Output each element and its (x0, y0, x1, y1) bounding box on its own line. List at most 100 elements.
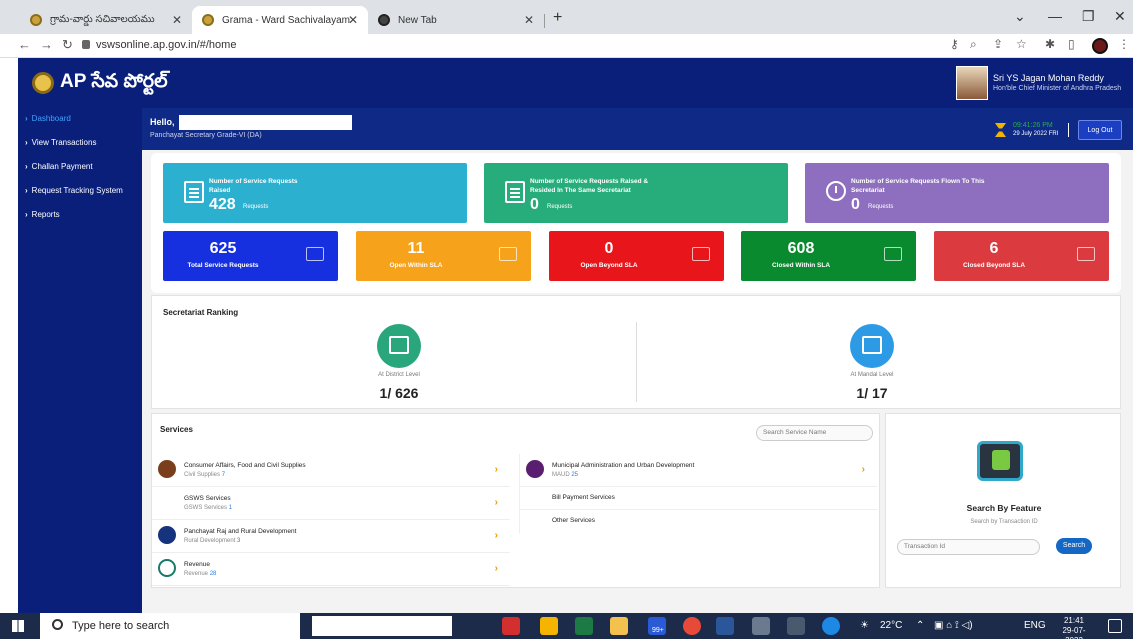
stat-value: 625 (209, 240, 237, 257)
file-explorer-icon[interactable] (610, 617, 628, 635)
windows-start-icon[interactable] (12, 620, 24, 632)
reload-icon[interactable]: ↻ (62, 37, 73, 53)
weather-icon[interactable]: ☀ (860, 620, 869, 631)
chevron-right-icon[interactable]: › (495, 464, 498, 475)
zoom-icon[interactable]: ⌕ (970, 37, 977, 52)
forward-arrow-icon[interactable]: → (40, 37, 53, 52)
tab-separator (544, 14, 545, 28)
windows-taskbar: Type here to search 99+ ☀ 22°C ⌃ ▣ ⌂ ⟟ ◁… (0, 613, 1133, 639)
close-tab-icon[interactable]: ✕ (348, 13, 358, 27)
bookmark-star-icon[interactable]: ☆ (1016, 37, 1027, 51)
extensions-puzzle-icon[interactable]: ✱ (1045, 37, 1055, 51)
service-revenue[interactable]: Revenue Revenue 28 › (152, 553, 510, 586)
stat-total-service-requests[interactable]: 625 Total Service Requests (163, 231, 338, 281)
search-by-feature-panel: Search By Feature Search by Transaction … (885, 413, 1121, 588)
service-panchayat-raj[interactable]: Panchayat Raj and Rural Development Rura… (152, 520, 510, 553)
greeting: Hello, (150, 117, 175, 127)
taskbar-clock[interactable]: 21:41 29-07-2022 (1054, 616, 1094, 639)
tab-label: గ్రామ-వార్డు సచివాలయము (50, 14, 155, 25)
search-service-input[interactable]: Search Service Name (756, 425, 873, 441)
services-left-column: Consumer Affairs, Food and Civil Supplie… (152, 454, 510, 586)
sidebar-item-request-tracking[interactable]: › Request Tracking System (18, 180, 142, 204)
close-tab-icon[interactable]: ✕ (524, 13, 534, 27)
app-icon[interactable] (752, 617, 770, 635)
district-building-icon (377, 324, 421, 368)
stat-value: 0 (604, 240, 614, 257)
chevron-right-icon[interactable]: › (495, 497, 498, 508)
minimize-window-icon[interactable]: — (1048, 8, 1062, 24)
service-sub: Civil Supplies 7 (184, 472, 226, 478)
restore-window-icon[interactable]: ❐ (1082, 8, 1095, 25)
taskbar-address-box[interactable] (312, 616, 452, 636)
taskbar-search-input[interactable]: Type here to search (40, 613, 300, 639)
rural-development-icon (158, 526, 176, 544)
chevron-right-icon[interactable]: › (495, 530, 498, 541)
service-title: GSWS Services (184, 495, 231, 502)
service-maud[interactable]: Municipal Administration and Urban Devel… (520, 454, 877, 487)
side-panel-icon[interactable]: ▯ (1068, 37, 1075, 51)
browser-tab-2[interactable]: Grama - Ward Sachivalayam ✕ (192, 6, 368, 34)
excel-app-icon[interactable] (575, 617, 593, 635)
section-title: Secretariat Ranking (163, 308, 239, 317)
browser-tab-3[interactable]: New Tab ✕ (368, 6, 544, 34)
app-icon[interactable] (787, 617, 805, 635)
language-indicator[interactable]: ENG (1024, 620, 1046, 631)
new-tab-button[interactable]: + (553, 9, 562, 27)
stat-card-unit: Requests (243, 204, 269, 210)
stat-card-label: Number of Service Requests Raised (209, 178, 298, 194)
tray-icons[interactable]: ▣ ⌂ ⟟ ◁) (934, 620, 973, 631)
browser-tab-1[interactable]: గ్రామ-వార్డు సచివాలయము ✕ (20, 6, 192, 34)
chevron-right-icon[interactable]: › (495, 563, 498, 574)
chevron-right-icon[interactable]: › (862, 464, 865, 475)
sidebar-item-label: Dashboard (31, 114, 71, 123)
service-other[interactable]: Other Services (520, 510, 877, 533)
address-bar[interactable]: vswsonline.ap.gov.in/#/home (96, 39, 236, 51)
header-separator (1068, 123, 1069, 137)
stat-card-flown[interactable]: Number of Service Requests Flown To This… (805, 163, 1109, 223)
service-title: Bill Payment Services (552, 494, 615, 501)
key-icon[interactable]: ⚷ (950, 37, 959, 51)
secretariat-ranking-panel: Secretariat Ranking At District Level 1/… (151, 295, 1121, 409)
cm-photo (956, 66, 988, 100)
stat-closed-beyond-sla[interactable]: 6 Closed Beyond SLA (934, 231, 1109, 281)
chevron-right-icon: › (25, 162, 28, 171)
browser-menu-icon[interactable]: ⋮ (1118, 37, 1130, 51)
service-bill-payment[interactable]: Bill Payment Services (520, 487, 877, 510)
stat-label: Closed Beyond SLA (962, 262, 1026, 269)
chevron-right-icon: › (25, 186, 28, 195)
share-icon[interactable]: ⇪ (993, 37, 1003, 51)
chevron-right-icon: › (25, 210, 28, 219)
lock-icon[interactable] (82, 40, 90, 49)
acrobat-app-icon[interactable] (502, 617, 520, 635)
stat-open-beyond-sla[interactable]: 0 Open Beyond SLA (549, 231, 724, 281)
sidebar-item-view-transactions[interactable]: › View Transactions (18, 132, 142, 156)
sidebar-item-reports[interactable]: › Reports (18, 204, 142, 228)
sidebar-item-dashboard[interactable]: › Dashboard (18, 108, 142, 132)
services-right-column: Municipal Administration and Urban Devel… (519, 454, 877, 533)
service-civil-supplies[interactable]: Consumer Affairs, Food and Civil Supplie… (152, 454, 510, 487)
portal-title[interactable]: AP సేవ పోర్టల్ (60, 71, 168, 97)
tray-chevron-icon[interactable]: ⌃ (916, 620, 924, 631)
service-gsws[interactable]: GSWS Services GSWS Services 1 › (152, 487, 510, 520)
close-window-icon[interactable]: ✕ (1114, 8, 1126, 25)
stat-open-within-sla[interactable]: 11 Open Within SLA (356, 231, 531, 281)
chrome-app-icon[interactable] (683, 617, 701, 635)
tab-search-chevron-icon[interactable]: ⌄ (1014, 8, 1026, 25)
word-app-icon[interactable] (716, 617, 734, 635)
sidebar-item-label: Challan Payment (31, 162, 93, 171)
power-bi-app-icon[interactable] (540, 617, 558, 635)
profile-avatar[interactable] (1092, 38, 1108, 54)
sidebar-item-challan-payment[interactable]: › Challan Payment (18, 156, 142, 180)
weather-temperature[interactable]: 22°C (880, 620, 902, 631)
notification-icon[interactable] (1108, 619, 1122, 633)
transaction-id-input[interactable]: Transaction Id (897, 539, 1040, 555)
stat-closed-within-sla[interactable]: 608 Closed Within SLA (741, 231, 916, 281)
stat-card-raised[interactable]: Number of Service Requests Raised 428 Re… (163, 163, 467, 223)
help-app-icon[interactable] (822, 617, 840, 635)
search-button[interactable]: Search (1056, 538, 1092, 554)
logout-button[interactable]: Log Out (1078, 120, 1122, 140)
services-panel: Services Search Service Name Consumer Af… (151, 413, 880, 588)
back-arrow-icon[interactable]: ← (18, 37, 31, 52)
stat-card-same-secretariat[interactable]: Number of Service Requests Raised & Resi… (484, 163, 788, 223)
close-tab-icon[interactable]: ✕ (172, 13, 182, 27)
